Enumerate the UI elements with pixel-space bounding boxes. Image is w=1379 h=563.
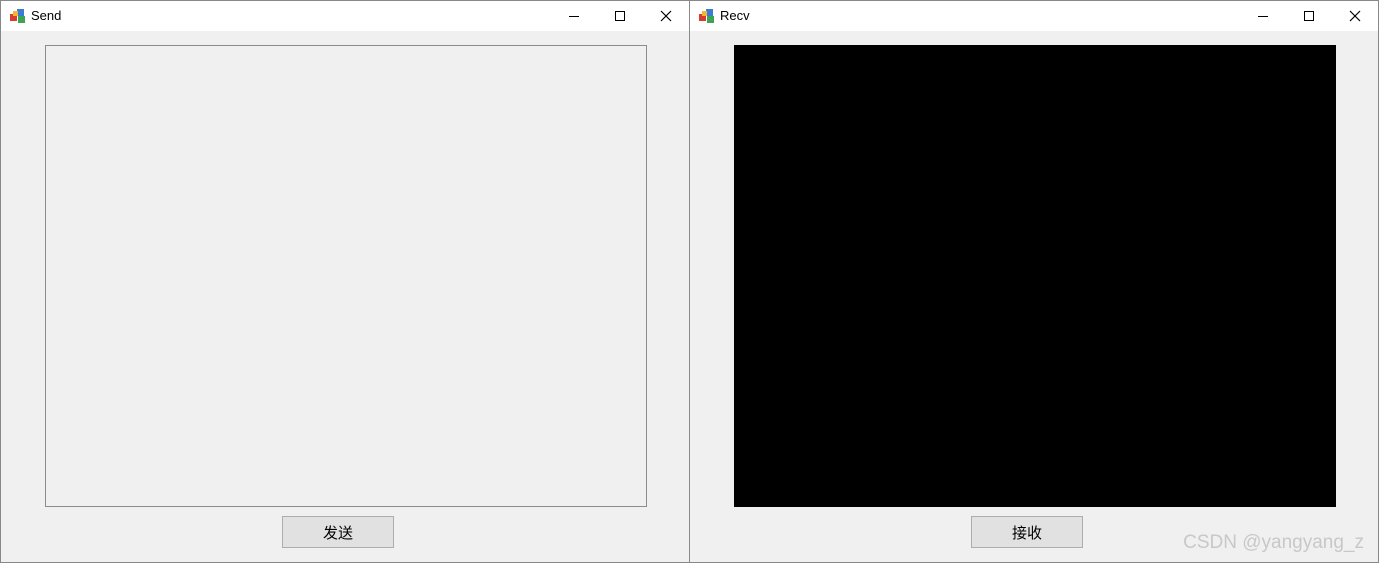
send-button[interactable]: 发送 <box>282 516 394 548</box>
minimize-button[interactable] <box>551 1 597 31</box>
window-title: Send <box>31 8 62 23</box>
maximize-icon <box>615 11 625 21</box>
close-icon <box>660 10 672 22</box>
maximize-icon <box>1304 11 1314 21</box>
send-image-frame <box>45 45 647 507</box>
app-cube-icon <box>699 9 714 23</box>
app-cube-icon <box>10 9 25 23</box>
recv-window: Recv 接收 <box>689 0 1379 563</box>
send-window: Send 发送 <box>0 0 690 563</box>
close-icon <box>1349 10 1361 22</box>
watermark: CSDN @yangyang_z <box>1183 532 1364 553</box>
minimize-button[interactable] <box>1240 1 1286 31</box>
close-button[interactable] <box>643 1 689 31</box>
close-button[interactable] <box>1332 1 1378 31</box>
receive-button[interactable]: 接收 <box>971 516 1083 548</box>
maximize-button[interactable] <box>597 1 643 31</box>
send-titlebar[interactable]: Send <box>1 1 689 31</box>
recv-image-display <box>734 45 1336 507</box>
window-title: Recv <box>720 8 750 23</box>
minimize-icon <box>569 16 579 17</box>
maximize-button[interactable] <box>1286 1 1332 31</box>
minimize-icon <box>1258 16 1268 17</box>
recv-titlebar[interactable]: Recv <box>690 1 1378 31</box>
